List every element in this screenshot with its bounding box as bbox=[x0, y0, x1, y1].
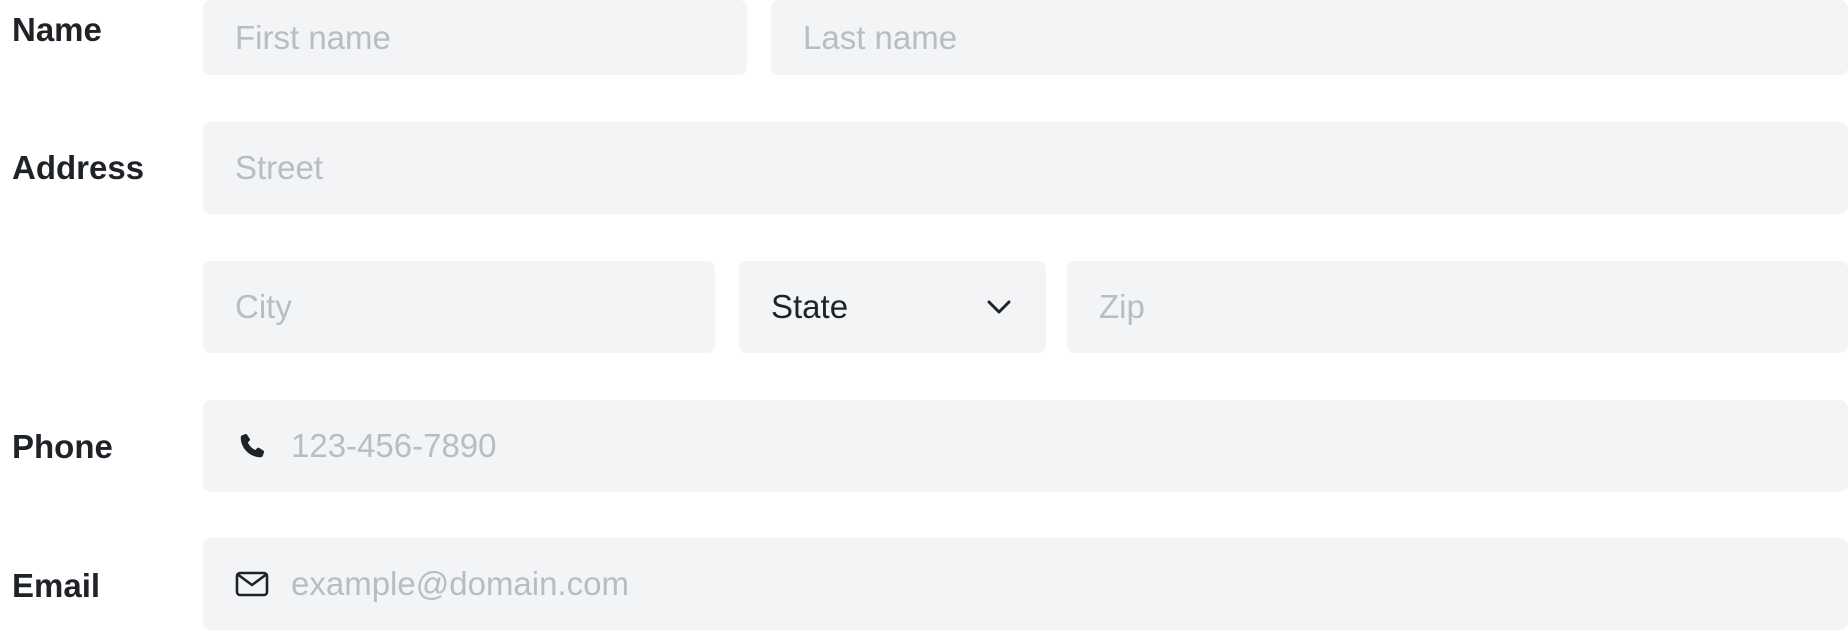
chevron-down-icon bbox=[984, 292, 1014, 322]
state-select[interactable]: State bbox=[739, 261, 1046, 353]
phone-input[interactable] bbox=[291, 400, 1816, 492]
first-name-field[interactable] bbox=[203, 0, 747, 75]
city-input[interactable] bbox=[235, 261, 683, 353]
address-label: Address bbox=[12, 149, 145, 186]
first-name-input[interactable] bbox=[235, 0, 715, 75]
street-field[interactable] bbox=[203, 122, 1848, 214]
street-input[interactable] bbox=[235, 122, 1816, 214]
contact-form: Name Address State Phone Email bbox=[0, 0, 1848, 630]
name-label: Name bbox=[12, 11, 102, 48]
mail-icon bbox=[235, 567, 269, 601]
phone-field[interactable] bbox=[203, 400, 1848, 492]
city-field[interactable] bbox=[203, 261, 715, 353]
last-name-field[interactable] bbox=[771, 0, 1848, 75]
zip-input[interactable] bbox=[1099, 261, 1816, 353]
last-name-input[interactable] bbox=[803, 0, 1816, 75]
state-select-value: State bbox=[771, 288, 849, 325]
email-input[interactable] bbox=[291, 538, 1816, 630]
email-field[interactable] bbox=[203, 538, 1848, 630]
email-label: Email bbox=[12, 567, 101, 604]
phone-icon bbox=[235, 429, 269, 463]
zip-field[interactable] bbox=[1067, 261, 1848, 353]
phone-label: Phone bbox=[12, 428, 113, 465]
